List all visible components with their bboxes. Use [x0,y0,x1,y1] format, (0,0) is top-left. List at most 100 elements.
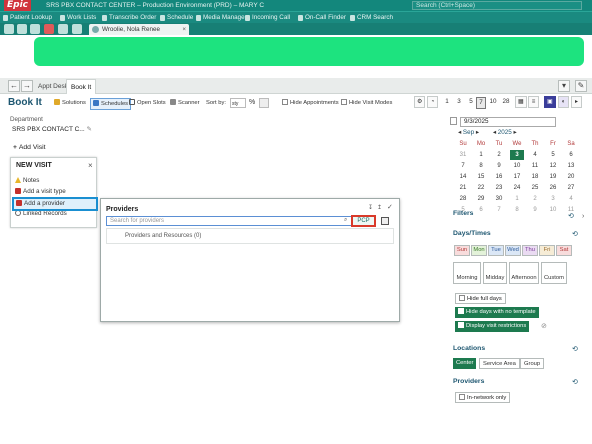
toolbar-crm-search[interactable]: CRM Search [350,13,393,23]
epic-logo[interactable]: Epic [4,0,32,11]
global-search-input[interactable]: Search (Ctrl+Space) [412,1,582,10]
location-service-area-toggle[interactable]: Service Area [479,358,520,369]
home-icon[interactable] [4,24,14,34]
minimize-icon[interactable]: ↥ [377,204,382,211]
panel-toggle-icon[interactable]: ▸ [571,96,582,108]
filter-expand-icon[interactable]: › [582,213,584,220]
toolbar-incoming-call[interactable]: Incoming Call [245,13,290,23]
calendar-day[interactable]: 19 [546,172,560,182]
year-label[interactable]: 2025 [498,129,512,136]
location-group-toggle[interactable]: Group [520,358,545,369]
hide-visit-modes-checkbox[interactable]: Hide Visit Modes [341,98,392,108]
more-activities-icon[interactable]: ▾ [558,80,570,92]
notes-item[interactable]: Notes [15,176,39,186]
date-input[interactable]: 9/3/2025 [460,117,556,127]
department-value[interactable]: SRS PBX CONTACT C... ✎ [12,125,92,133]
calendar-day[interactable]: 10 [546,205,560,215]
day-count-10[interactable]: 10 [488,97,498,107]
patient-tab[interactable]: Wroolie, Nola Renee × [89,24,189,35]
schedules-button[interactable]: Schedules [90,98,132,110]
calendar-day[interactable]: 20 [564,172,578,182]
time-filter-afternoon[interactable]: Afternoon [509,262,539,284]
calendar-day[interactable]: 8 [474,161,488,171]
pcp-button[interactable]: PCP [351,215,376,227]
calendar-day[interactable]: 9 [492,161,506,171]
calendar-day[interactable]: 16 [492,172,506,182]
calendar-day[interactable]: 10 [510,161,524,171]
toolbar-schedule[interactable]: Schedule [160,13,193,23]
calendar-day[interactable]: 4 [564,194,578,204]
calendar-day[interactable]: 23 [492,183,506,193]
calendar-day[interactable]: 30 [492,194,506,204]
display-visit-restrictions-checkbox[interactable]: Display visit restrictions [455,321,530,332]
calendar-day[interactable]: 17 [510,172,524,182]
calendar-day[interactable]: 14 [456,172,470,182]
calendar-day[interactable]: 28 [456,194,470,204]
calendar-day[interactable]: 3 [510,150,524,160]
calendar-day[interactable]: 2 [528,194,542,204]
pin-icon[interactable]: ↧ [368,204,373,211]
next-year-icon[interactable]: ▸ [512,129,516,136]
calendar-day[interactable]: 8 [510,205,524,215]
month-label[interactable]: Sep [463,129,474,136]
forward-arrow-icon[interactable]: → [21,80,33,92]
calendar-day[interactable]: 3 [546,194,560,204]
day-filter-thu[interactable]: Thu [522,245,538,256]
calendar-day[interactable]: 6 [474,205,488,215]
day-filter-mon[interactable]: Mon [471,245,487,256]
provider-search-input[interactable]: Search for providers [106,216,374,226]
toolbar-transcribe-order[interactable]: Transcribe Order [102,13,156,23]
calendar-day[interactable]: 22 [474,183,488,193]
solutions-button[interactable]: Solutions [54,98,86,108]
calendar-day[interactable]: 7 [456,161,470,171]
search-icon[interactable]: ⌕ [344,217,347,224]
calendar-day[interactable]: 7 [492,205,506,215]
tab-book-it[interactable]: Book It [66,79,97,94]
calendar-day[interactable]: 24 [510,183,524,193]
next-month-icon[interactable]: ▸ [474,129,479,136]
percent-icon[interactable]: % [249,98,255,108]
in-network-only-checkbox[interactable]: In-network only [455,392,511,403]
link-icon[interactable] [17,24,27,34]
calendar-day[interactable]: 5 [546,150,560,160]
calendar-view-icon[interactable]: ▦ [515,96,527,108]
wrench-icon[interactable]: ✎ [575,80,587,92]
date-picker-icon[interactable] [450,117,457,125]
time-filter-midday[interactable]: Midday [483,262,507,284]
day-filter-fri[interactable]: Fri [539,245,555,256]
grid-icon[interactable] [259,98,269,108]
day-count-28[interactable]: 28 [501,97,511,107]
close-icon[interactable]: × [182,24,186,35]
accept-check-icon[interactable]: ✓ [387,203,393,211]
toolbar-on-call-finder[interactable]: On-Call Finder [298,13,346,23]
split-view-icon[interactable]: ▣ [544,96,556,108]
calendar-day[interactable]: 18 [528,172,542,182]
restriction-info-icon[interactable]: ⊘ [541,322,547,330]
providers-results[interactable]: Providers and Resources (0) [106,228,394,244]
add-visit-type-item[interactable]: Add a visit type [15,187,66,197]
calendar-day[interactable]: 12 [546,161,560,171]
reset-filters-icon[interactable]: ⟲ [568,212,574,220]
clock-icon[interactable]: ◔ [427,96,438,108]
reset-days-icon[interactable]: ⟲ [572,230,578,238]
reset-locations-icon[interactable]: ⟲ [572,345,578,353]
calendar-day[interactable]: 25 [528,183,542,193]
inbox-icon[interactable] [58,24,68,34]
close-icon[interactable]: × [88,161,93,170]
provider-list-icon[interactable] [381,217,389,225]
sort-by-dropdown[interactable]: sty [230,98,246,108]
add-provider-item[interactable]: Add a provider [12,197,98,211]
day-count-1[interactable]: 1 [442,97,452,107]
hide-full-days-checkbox[interactable]: Hide full days [455,293,506,304]
time-filter-custom[interactable]: Custom [541,262,567,284]
calendar-day[interactable]: 1 [474,150,488,160]
day-filter-tue[interactable]: Tue [488,245,504,256]
calendar-day[interactable]: 21 [456,183,470,193]
calendar-day[interactable]: 1 [510,194,524,204]
settings-icon[interactable]: ⚙ [414,96,426,108]
calendar-day[interactable]: 27 [564,183,578,193]
toolbar-work-lists[interactable]: Work Lists [60,13,96,23]
calendar-day[interactable]: 2 [492,150,506,160]
list-view-icon[interactable]: ≡ [528,96,539,108]
calendar-day[interactable]: 26 [546,183,560,193]
